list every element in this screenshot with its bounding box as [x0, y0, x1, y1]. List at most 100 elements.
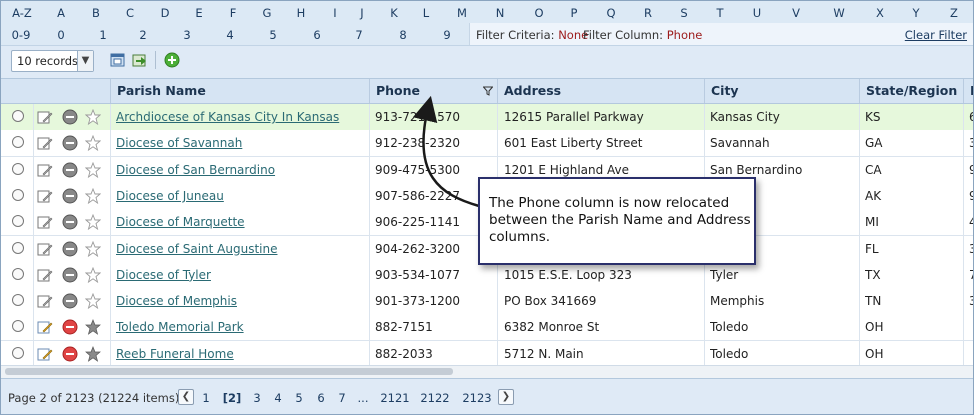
row-select-radio[interactable]	[12, 162, 24, 175]
page-link[interactable]: 1	[202, 391, 209, 405]
alpha-letter-d[interactable]: D	[161, 6, 170, 20]
edit-icon[interactable]	[37, 188, 53, 204]
alpha-letter-all[interactable]: A-Z	[12, 6, 32, 20]
edit-icon[interactable]	[37, 214, 53, 230]
alpha-letter-v[interactable]: V	[792, 6, 800, 20]
delete-icon[interactable]	[62, 188, 78, 204]
chevron-down-icon[interactable]: ▼	[77, 51, 93, 71]
delete-icon[interactable]	[62, 135, 78, 151]
page-link[interactable]: 3	[253, 391, 260, 405]
header-address[interactable]: Address	[497, 79, 704, 103]
parish-name-link[interactable]: Diocese of San Bernardino	[116, 163, 275, 177]
page-link[interactable]: 6	[317, 391, 324, 405]
row-select-radio[interactable]	[12, 136, 24, 149]
alpha-letter-r[interactable]: R	[644, 6, 652, 20]
prev-page-button[interactable]: ❮	[178, 389, 194, 405]
page-link[interactable]: 2122	[420, 391, 449, 405]
favorite-star-icon[interactable]	[85, 161, 101, 178]
edit-icon[interactable]	[37, 267, 53, 283]
add-icon[interactable]	[164, 52, 180, 68]
favorite-star-icon[interactable]	[85, 135, 101, 152]
filter-funnel-icon[interactable]	[483, 86, 493, 96]
alpha-letter-k[interactable]: K	[390, 6, 398, 20]
edit-icon[interactable]	[37, 346, 53, 362]
edit-icon[interactable]	[37, 162, 53, 178]
edit-icon[interactable]	[37, 293, 53, 309]
alpha-letter-x[interactable]: X	[876, 6, 884, 20]
header-city[interactable]: City	[704, 79, 859, 103]
page-link[interactable]: 5	[295, 391, 302, 405]
table-row[interactable]: Diocese of Tyler 903-534-1077 1015 E.S.E. …	[1, 261, 973, 289]
favorite-star-icon[interactable]	[85, 187, 101, 204]
page-link[interactable]: [2]	[223, 391, 242, 405]
delete-icon[interactable]	[62, 267, 78, 283]
table-row[interactable]: Archdiocese of Kansas City In Kansas 913-…	[1, 104, 973, 131]
alpha-digit-9[interactable]: 9	[443, 28, 450, 42]
edit-icon[interactable]	[37, 109, 53, 125]
parish-name-link[interactable]: Diocese of Marquette	[116, 215, 245, 229]
parish-name-link[interactable]: Toledo Memorial Park	[116, 320, 244, 334]
alpha-letter-z[interactable]: Z	[950, 6, 958, 20]
edit-icon[interactable]	[37, 135, 53, 151]
favorite-star-icon[interactable]	[85, 109, 101, 125]
alpha-letter-b[interactable]: B	[92, 6, 100, 20]
alpha-letter-s[interactable]: S	[680, 6, 687, 20]
alpha-letter-i[interactable]: I	[333, 6, 336, 20]
edit-icon[interactable]	[37, 241, 53, 257]
delete-icon[interactable]	[62, 319, 78, 335]
delete-icon[interactable]	[62, 241, 78, 257]
alpha-letter-a[interactable]: A	[57, 6, 65, 20]
row-select-radio[interactable]	[12, 188, 24, 201]
table-row[interactable]: Diocese of Savannah 912-238-2320 601 East …	[1, 130, 973, 158]
next-page-button[interactable]: ❯	[498, 389, 514, 405]
records-per-page-select[interactable]: 10 records ▼	[11, 50, 94, 72]
alpha-letter-n[interactable]: N	[496, 6, 505, 20]
page-link[interactable]: 7	[338, 391, 345, 405]
header-extra[interactable]: P	[963, 79, 973, 103]
delete-icon[interactable]	[62, 109, 78, 125]
delete-icon[interactable]	[62, 346, 78, 362]
delete-icon[interactable]	[62, 162, 78, 178]
alpha-letter-o[interactable]: O	[534, 6, 543, 20]
header-parish-name[interactable]: Parish Name	[110, 79, 369, 103]
alpha-letter-q[interactable]: Q	[606, 6, 615, 20]
favorite-star-icon[interactable]	[85, 266, 101, 283]
parish-name-link[interactable]: Reeb Funeral Home	[116, 347, 234, 361]
alpha-letter-j[interactable]: J	[360, 6, 363, 20]
row-select-radio[interactable]	[12, 215, 24, 228]
scrollbar-thumb[interactable]	[5, 368, 453, 375]
parish-name-link[interactable]: Diocese of Memphis	[116, 294, 237, 308]
refresh-icon[interactable]	[132, 52, 148, 68]
alpha-digit-3[interactable]: 3	[183, 28, 190, 42]
alpha-digit-0[interactable]: 0	[57, 28, 64, 42]
row-select-radio[interactable]	[12, 320, 24, 333]
horizontal-scrollbar[interactable]	[1, 365, 973, 378]
alpha-letter-f[interactable]: F	[230, 6, 237, 20]
alpha-letter-e[interactable]: E	[195, 6, 202, 20]
alpha-letter-g[interactable]: G	[263, 6, 272, 20]
row-select-radio[interactable]	[12, 241, 24, 254]
page-link[interactable]: 4	[274, 391, 281, 405]
row-select-radio[interactable]	[12, 346, 24, 359]
favorite-star-icon[interactable]	[85, 214, 101, 231]
delete-icon[interactable]	[62, 293, 78, 309]
favorite-star-icon[interactable]	[85, 345, 101, 362]
alpha-digit-8[interactable]: 8	[399, 28, 406, 42]
alpha-letter-y[interactable]: Y	[912, 6, 919, 20]
alpha-letter-m[interactable]: M	[457, 6, 467, 20]
table-row[interactable]: Diocese of Memphis 901-373-1200 PO Box 341…	[1, 288, 973, 316]
alpha-digit-6[interactable]: 6	[313, 28, 320, 42]
page-link[interactable]: 2123	[462, 391, 491, 405]
favorite-star-icon[interactable]	[85, 240, 101, 257]
favorite-star-icon[interactable]	[85, 319, 101, 336]
parish-name-link[interactable]: Diocese of Tyler	[116, 268, 211, 282]
favorite-star-icon[interactable]	[85, 293, 101, 310]
parish-name-link[interactable]: Diocese of Savannah	[116, 136, 242, 150]
alpha-letter-u[interactable]: U	[753, 6, 761, 20]
row-select-radio[interactable]	[12, 294, 24, 307]
alpha-letter-c[interactable]: C	[126, 6, 134, 20]
clear-filter-link[interactable]: Clear Filter	[905, 28, 967, 42]
edit-icon[interactable]	[37, 319, 53, 335]
alpha-digit-all[interactable]: 0-9	[12, 28, 31, 42]
row-select-radio[interactable]	[12, 110, 24, 122]
